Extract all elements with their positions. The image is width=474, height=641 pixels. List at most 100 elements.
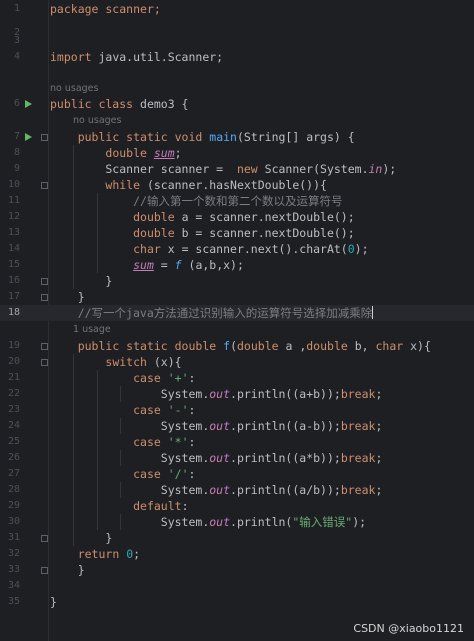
code-token: out [209, 419, 231, 433]
code-line-9[interactable]: 9 Scanner scanner = new Scanner(System.i… [0, 161, 474, 177]
code-line-30[interactable]: 30 System.out.println("输入错误"); [0, 514, 474, 530]
code-line-4[interactable]: 4 import java.util.Scanner; [0, 49, 474, 65]
code-line-10[interactable]: 10 while (scanner.hasNextDouble()){ [0, 177, 474, 193]
code-text: case '-': [50, 402, 195, 418]
run-gutter-icon[interactable] [25, 100, 32, 108]
fold-marker-icon[interactable] [41, 359, 48, 366]
code-token: (String[] args) { [236, 130, 355, 144]
fold-marker-icon[interactable] [41, 294, 48, 301]
code-line-35[interactable]: 35 } [0, 594, 474, 610]
code-line-12[interactable]: 12 double a = scanner.nextDouble(); [0, 209, 474, 225]
line-number: 21 [7, 372, 20, 383]
code-line-17[interactable]: 17 } [0, 289, 474, 305]
code-text: System.out.println((a*b));break; [50, 450, 383, 466]
code-line-11[interactable]: 11 //输入第一个数和第二个数以及运算符号 [0, 193, 474, 209]
usages-hint[interactable]: no usages [50, 81, 98, 97]
code-line-31[interactable]: 31 } [0, 530, 474, 546]
fold-marker-icon[interactable] [41, 182, 48, 189]
fold-marker-icon[interactable] [41, 535, 48, 542]
code-line-3[interactable]: 3 [0, 33, 474, 49]
code-line-19[interactable]: 19 public static double f(double a ,doub… [0, 338, 474, 354]
code-token: break [340, 483, 376, 497]
code-text: case '+': [50, 370, 195, 386]
line-number: 1 [13, 3, 20, 14]
code-token: : [188, 403, 196, 417]
fold-marker-icon[interactable] [41, 278, 48, 285]
code-token: ; [375, 387, 383, 401]
code-text: return 0; [50, 546, 140, 562]
code-line-14[interactable]: 14 char x = scanner.next().charAt(0); [0, 241, 474, 257]
usages-hint[interactable]: no usages [73, 113, 121, 129]
code-token: java.util.Scanner; [91, 50, 224, 64]
line-number: 3 [13, 35, 20, 46]
code-text: double a = scanner.nextDouble(); [50, 209, 355, 225]
code-line-7[interactable]: 7 public static void main(String[] args)… [0, 129, 474, 145]
code-token: default [133, 499, 182, 513]
code-text: //写一个java方法通过识别输入的运算符号选择加减乘除 [50, 305, 374, 321]
run-gutter-icon[interactable] [25, 133, 32, 141]
fold-marker-icon[interactable] [41, 343, 48, 350]
line-number: 30 [7, 516, 20, 527]
code-line-21[interactable]: 21 case '+': [0, 370, 474, 386]
code-text: System.out.println("输入错误"); [50, 514, 366, 530]
code-text: } [50, 562, 85, 578]
line-number: 7 [13, 131, 20, 142]
code-token: Scanner scanner = [50, 162, 237, 176]
usages-hint[interactable]: 1 usage [73, 322, 111, 338]
code-text: } [50, 289, 85, 305]
code-token: sum [133, 258, 154, 272]
code-line-34[interactable]: 34 [0, 578, 474, 594]
code-token: "输入错误" [292, 515, 353, 529]
code-token: break [340, 387, 376, 401]
code-text: public static double f(double a ,double … [50, 338, 431, 354]
fold-marker-icon[interactable] [41, 567, 48, 574]
code-token: '-' [167, 403, 189, 417]
code-line-16[interactable]: 16 } [0, 273, 474, 289]
code-editor[interactable]: 1 package scanner; 2 3 4 import java.uti… [0, 0, 474, 641]
code-token: double [133, 226, 175, 240]
code-token: System. [50, 387, 210, 401]
code-line-32[interactable]: 32 return 0; [0, 546, 474, 562]
code-line-20[interactable]: 20 switch (x){ [0, 354, 474, 370]
code-line-28[interactable]: 28 System.out.println((a/b));break; [0, 482, 474, 498]
code-line-29[interactable]: 29 default: [0, 498, 474, 514]
code-line-6[interactable]: 6 public class demo3 { [0, 96, 474, 112]
line-number: 28 [7, 484, 20, 495]
code-line-15[interactable]: 15 sum = f (a,b,x); [0, 257, 474, 273]
code-line-23[interactable]: 23 case '-': [0, 402, 474, 418]
code-token: char [133, 242, 161, 256]
code-line-22[interactable]: 22 System.out.println((a+b));break; [0, 386, 474, 402]
line-number: 22 [7, 388, 20, 399]
line-number: 20 [7, 356, 20, 367]
code-token: out [209, 483, 231, 497]
code-token: = [153, 258, 175, 272]
code-line-24[interactable]: 24 System.out.println((a-b));break; [0, 418, 474, 434]
code-token: : [188, 371, 196, 385]
code-token: .println((a-b)); [230, 419, 341, 433]
code-line-27[interactable]: 27 case '/': [0, 466, 474, 482]
code-token: .println((a*b)); [230, 451, 341, 465]
code-line-18-current[interactable]: 18 //写一个java方法通过识别输入的运算符号选择加减乘除 [0, 305, 474, 321]
code-line-13[interactable]: 13 double b = scanner.nextDouble(); [0, 225, 474, 241]
line-number: 33 [7, 564, 20, 575]
fold-marker-icon[interactable] [41, 134, 48, 141]
code-text: import java.util.Scanner; [50, 49, 223, 65]
line-number: 15 [7, 259, 20, 270]
code-line-33[interactable]: 33 } [0, 562, 474, 578]
code-token: } [50, 274, 113, 288]
line-number: 16 [7, 275, 20, 286]
code-line-25[interactable]: 25 case '*': [0, 434, 474, 450]
code-token: case [133, 435, 161, 449]
code-line-1[interactable]: 1 package scanner; [0, 1, 474, 17]
code-line-8[interactable]: 8 double sum; [0, 145, 474, 161]
code-token: double [105, 146, 147, 160]
code-line-26[interactable]: 26 System.out.println((a*b));break; [0, 450, 474, 466]
code-token: a , [278, 339, 307, 353]
line-number: 26 [7, 452, 20, 463]
